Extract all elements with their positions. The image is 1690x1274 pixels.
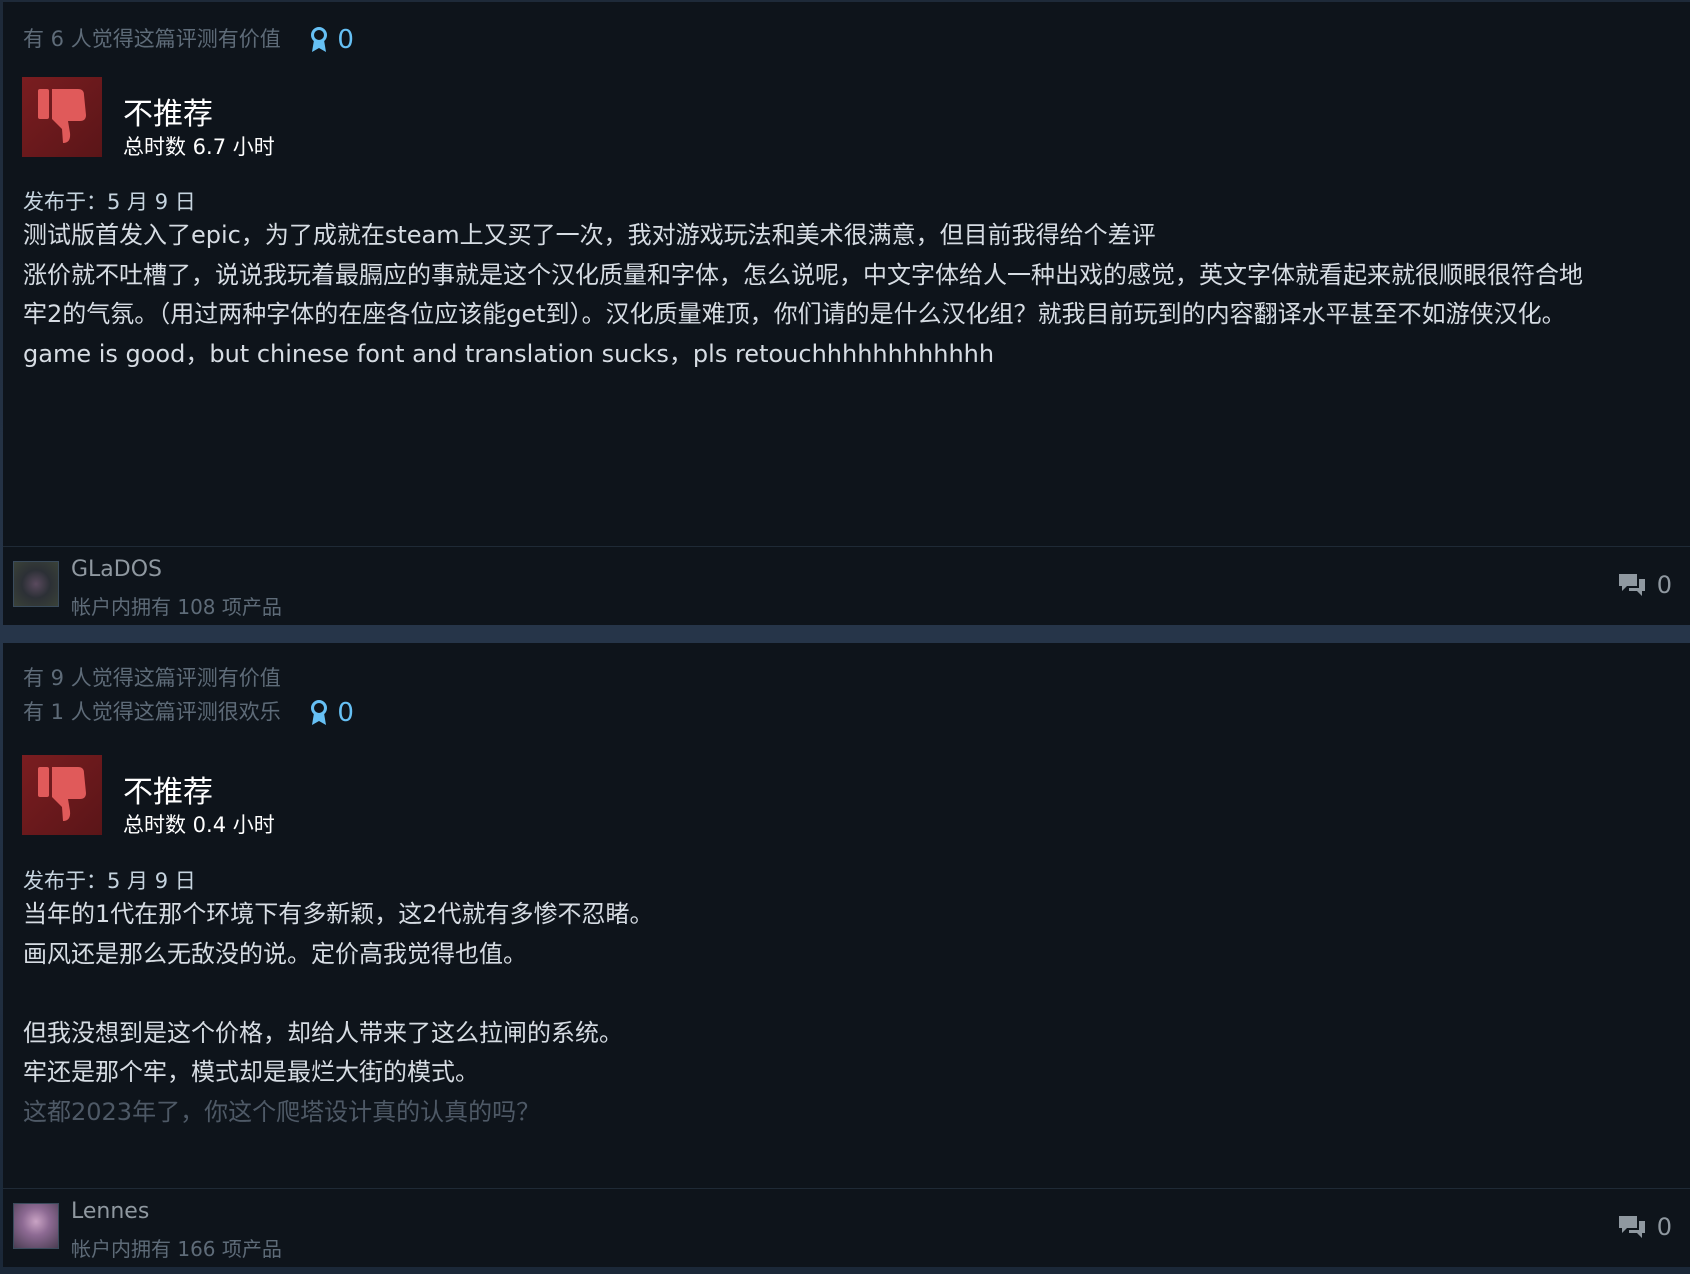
review-body: 当年的1代在那个环境下有多新颖，这2代就有多惨不忍睹。 画风还是那么无敌没的说。… <box>23 895 1663 1132</box>
review-body: 测试版首发入了epic，为了成就在steam上又买了一次，我对游戏玩法和美术很满… <box>23 216 1663 374</box>
comment-count: 0 <box>1656 1213 1672 1241</box>
award-ribbon-icon <box>311 700 328 725</box>
comment-button[interactable]: 0 <box>1617 1213 1672 1241</box>
thumbs-down-icon <box>38 767 86 821</box>
review-line: 画风还是那么无敌没的说。定价高我觉得也值。 <box>23 939 527 968</box>
review-footer: GLaDOS 帐户内拥有 108 项产品 0 <box>3 546 1690 625</box>
review-line: 牢还是那个牢，模式却是最烂大街的模式。 <box>23 1058 479 1086</box>
avatar[interactable] <box>13 561 59 607</box>
funny-count-text: 有 1 人觉得这篇评测很欢乐 <box>23 700 281 724</box>
posted-date: 发布于：5 月 9 日 <box>23 869 196 893</box>
review-line: 但我没想到是这个价格，却给人带来了这么拉闸的系统。 <box>23 1018 623 1047</box>
author-name[interactable]: Lennes <box>71 1199 149 1224</box>
review-line: 牢2的气氛。（用过两种字体的在座各位应该能get到）。汉化质量难顶，你们请的是什… <box>23 300 1566 328</box>
review-line: 涨价就不吐槽了，说说我玩着最膈应的事就是这个汉化质量和字体，怎么说呢，中文字体给… <box>23 260 1583 289</box>
playtime: 总时数 6.7 小时 <box>123 135 275 159</box>
award-count: 0 <box>337 698 354 728</box>
comment-button[interactable]: 0 <box>1617 571 1672 599</box>
helpful-count-text: 有 6 人觉得这篇评测有价值 <box>23 27 281 51</box>
review-line: 测试版首发入了epic，为了成就在steam上又买了一次，我对游戏玩法和美术很满… <box>23 221 1156 249</box>
review-card: 有 9 人觉得这篇评测有价值 有 1 人觉得这篇评测很欢乐 0 不推荐 总时数 … <box>3 643 1690 1267</box>
review-card: 有 6 人觉得这篇评测有价值 0 不推荐 总时数 6.7 小时 发布于：5 月 … <box>3 2 1690 625</box>
review-line-blank <box>23 974 1663 1014</box>
playtime: 总时数 0.4 小时 <box>123 813 275 837</box>
review-footer: Lennes 帐户内拥有 166 项产品 0 <box>3 1188 1690 1267</box>
review-line: game is good，but chinese font and transl… <box>23 339 995 368</box>
author-name[interactable]: GLaDOS <box>71 557 162 582</box>
helpful-info: 有 9 人觉得这篇评测有价值 有 1 人觉得这篇评测很欢乐 0 <box>23 661 354 730</box>
helpful-count-text: 有 9 人觉得这篇评测有价值 <box>23 666 281 690</box>
comment-count: 0 <box>1656 571 1672 599</box>
award-button[interactable]: 0 <box>309 23 354 57</box>
thumbs-down-icon <box>38 89 86 143</box>
comment-bubble-icon <box>1618 1216 1645 1238</box>
thumb-box <box>22 755 102 835</box>
verdict-title: 不推荐 <box>123 97 213 132</box>
thumb-box <box>22 77 102 157</box>
posted-date: 发布于：5 月 9 日 <box>23 190 196 214</box>
author-products: 帐户内拥有 166 项产品 <box>71 1237 282 1261</box>
helpful-info: 有 6 人觉得这篇评测有价值 0 <box>23 22 354 57</box>
author-products: 帐户内拥有 108 项产品 <box>71 595 282 619</box>
comment-bubble-icon <box>1618 574 1645 596</box>
reviews-page: 有 6 人觉得这篇评测有价值 0 不推荐 总时数 6.7 小时 发布于：5 月 … <box>0 0 1690 1274</box>
review-line-faded: 这都2023年了，你这个爬塔设计真的认真的吗？ <box>23 1097 541 1126</box>
award-count: 0 <box>337 25 354 55</box>
verdict-title: 不推荐 <box>123 775 213 810</box>
review-line: 当年的1代在那个环境下有多新颖，这2代就有多惨不忍睹。 <box>23 900 654 928</box>
award-button[interactable]: 0 <box>309 696 354 730</box>
avatar[interactable] <box>13 1203 59 1249</box>
award-ribbon-icon <box>311 27 328 52</box>
